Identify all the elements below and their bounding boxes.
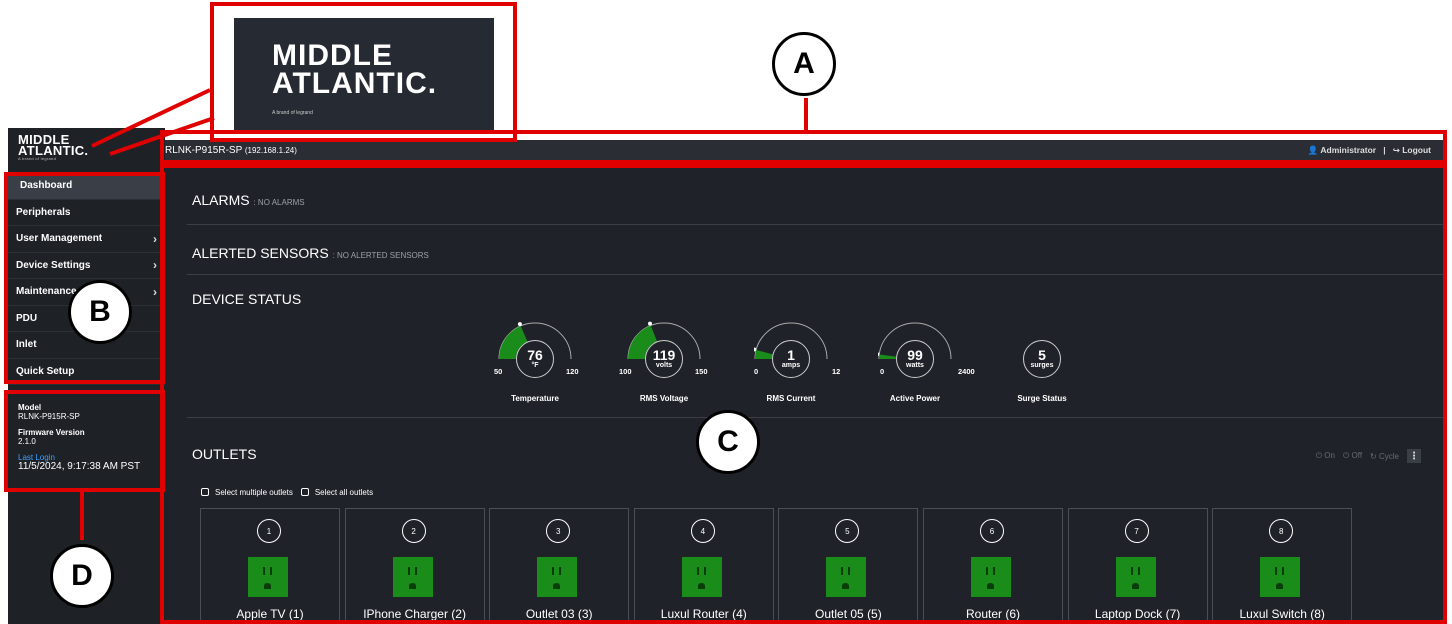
highlight-topbar [160,130,1447,164]
callout-a: A [772,32,836,96]
highlight-info [4,390,165,492]
callout-c: C [696,410,760,474]
highlight-main [160,164,1447,624]
callout-d: D [50,544,114,608]
highlight-nav [4,172,165,384]
callout-b: B [68,280,132,344]
